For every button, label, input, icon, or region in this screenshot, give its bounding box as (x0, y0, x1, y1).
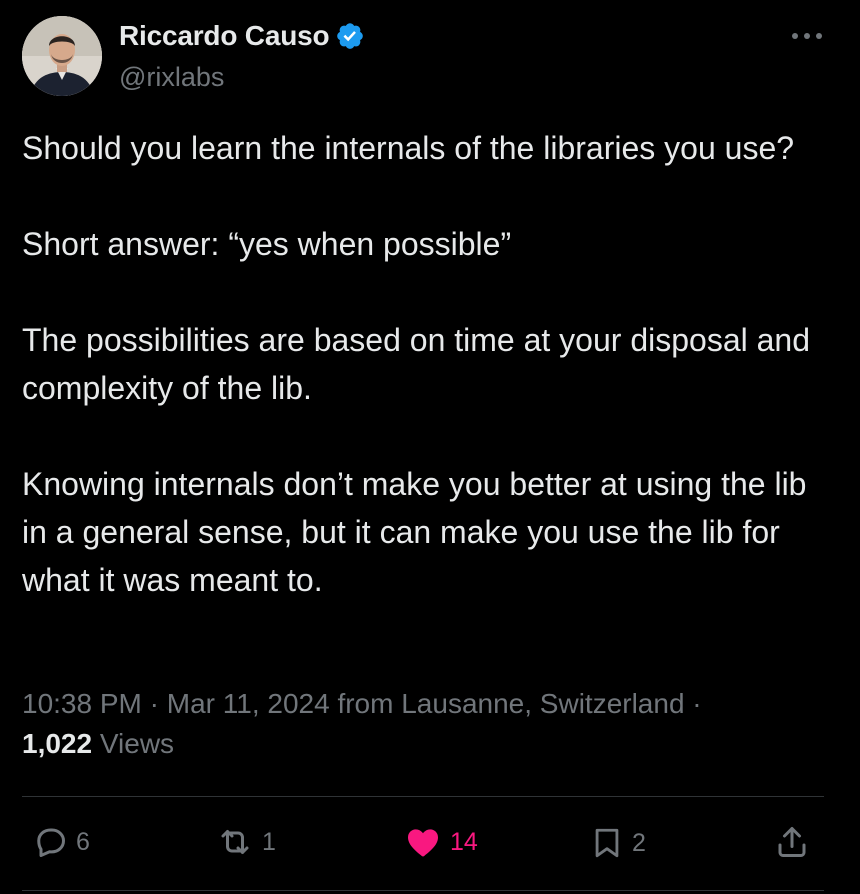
reply-button[interactable]: 6 (32, 824, 90, 860)
reply-icon (32, 824, 68, 860)
views-label: Views (99, 728, 175, 759)
tweet-location: from Lausanne, Switzerland (337, 688, 685, 719)
bookmark-count: 2 (632, 828, 646, 857)
meta-separator: · (141, 688, 167, 719)
share-icon (774, 824, 810, 860)
avatar[interactable] (22, 16, 102, 96)
tweet-meta: 10:38 PM · Mar 11, 2024 from Lausanne, S… (22, 684, 722, 764)
action-bar: 6 1 14 2 (22, 816, 824, 876)
tweet-date[interactable]: Mar 11, 2024 (167, 688, 330, 719)
bookmark-icon (590, 824, 624, 862)
author-handle[interactable]: @rixlabs (119, 62, 224, 93)
tweet-paragraph: Short answer: “yes when possible” (22, 226, 512, 262)
author-name-row: Riccardo Causo (119, 20, 365, 52)
heart-icon (404, 824, 442, 860)
meta-separator: · (684, 688, 702, 719)
bookmark-button[interactable]: 2 (590, 824, 646, 862)
views-count: 1,022 (22, 728, 93, 759)
divider (22, 890, 824, 891)
verified-badge-icon[interactable] (335, 21, 365, 51)
avatar-image (22, 16, 102, 96)
tweet-time[interactable]: 10:38 PM (22, 688, 142, 719)
tweet-paragraph: Should you learn the internals of the li… (22, 130, 795, 166)
tweet-text: Should you learn the internals of the li… (22, 124, 832, 604)
share-button[interactable] (774, 824, 810, 860)
reply-count: 6 (76, 827, 90, 856)
divider (22, 796, 824, 797)
author-display-name[interactable]: Riccardo Causo (119, 20, 330, 52)
like-count: 14 (450, 827, 478, 856)
repost-icon (216, 824, 254, 860)
like-button[interactable]: 14 (404, 824, 478, 860)
more-horizontal-icon[interactable] (790, 24, 824, 48)
repost-button[interactable]: 1 (216, 824, 276, 860)
tweet-paragraph: The possibilities are based on time at y… (22, 322, 810, 406)
repost-count: 1 (262, 827, 276, 856)
tweet: Riccardo Causo @rixlabs Should you learn… (0, 0, 860, 894)
tweet-paragraph: Knowing internals don’t make you better … (22, 466, 807, 598)
